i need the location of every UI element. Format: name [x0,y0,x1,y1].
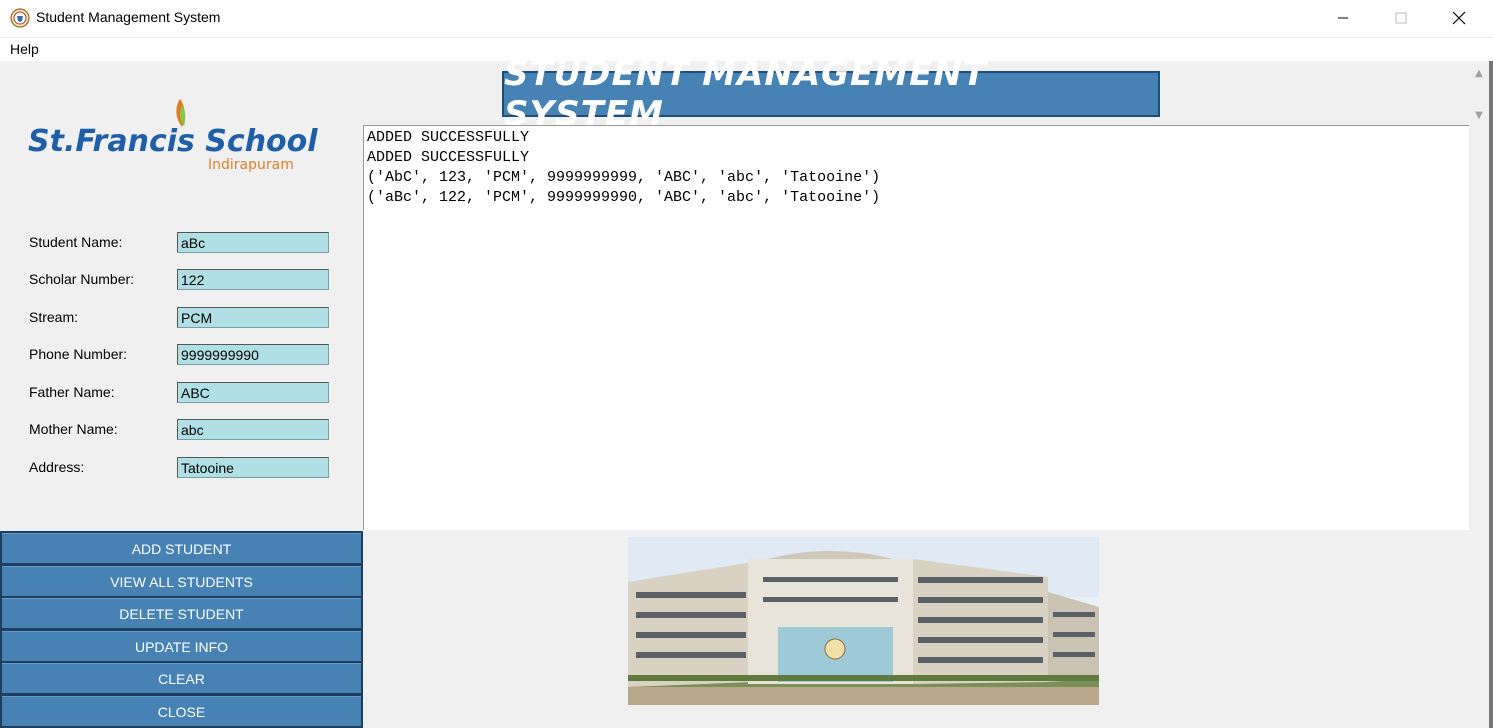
school-crest-icon [10,8,30,28]
maximize-icon [1395,12,1407,24]
add-student-button[interactable]: ADD STUDENT [2,533,361,563]
action-buttons: ADD STUDENT VIEW ALL STUDENTS DELETE STU… [0,531,363,728]
address-field[interactable]: Tatooine [177,457,329,478]
mother-name-field[interactable]: abc [177,419,329,440]
maximize-button[interactable] [1372,0,1430,36]
scholar-number-field[interactable]: 122 [177,269,329,290]
minimize-button[interactable] [1314,0,1372,36]
student-form-panel: St.Francis School Indirapuram Student Na… [2,61,362,531]
stream-field[interactable]: PCM [177,307,329,328]
main-window: St.Francis School Indirapuram Student Na… [0,54,1493,728]
output-line: ADDED SUCCESSFULLY [367,129,530,146]
menu-help[interactable]: Help [10,41,39,57]
output-line: ('aBc', 122, 'PCM', 9999999990, 'ABC', '… [367,189,881,206]
stream-label: Stream: [29,309,79,325]
app-heading-text: STUDENT MANAGEMENT SYSTEM [504,54,987,134]
address-label: Address: [29,459,85,475]
output-textarea[interactable]: ADDED SUCCESSFULLY ADDED SUCCESSFULLY ('… [363,125,1469,530]
phone-number-field[interactable]: 9999999990 [177,344,329,365]
window-border [1489,61,1493,728]
school-building-image [628,537,1099,705]
close-icon [1452,11,1466,25]
update-info-button[interactable]: UPDATE INFO [2,631,361,661]
minimize-icon [1338,17,1348,19]
scroll-up-arrow-icon[interactable]: ▲ [1473,67,1485,79]
svg-text:Indirapuram: Indirapuram [208,157,294,173]
phone-number-label: Phone Number: [29,346,128,362]
output-line: ADDED SUCCESSFULLY [367,149,530,166]
father-name-field[interactable]: ABC [177,382,329,403]
app-heading: STUDENT MANAGEMENT SYSTEM [502,54,1160,134]
svg-text:St.Francis School: St.Francis School [28,124,318,159]
father-name-label: Father Name: [29,384,115,400]
student-name-label: Student Name: [29,234,123,250]
student-name-field[interactable]: aBc [177,232,329,253]
scholar-number-label: Scholar Number: [29,271,135,287]
title-bar: Student Management System [0,0,1493,36]
view-all-students-button[interactable]: VIEW ALL STUDENTS [2,566,361,596]
school-logo: St.Francis School Indirapuram [28,99,318,173]
window-title: Student Management System [36,9,221,25]
close-button[interactable]: CLOSE [2,696,361,726]
scroll-down-arrow-icon[interactable]: ▼ [1473,109,1485,121]
output-line: ('AbC', 123, 'PCM', 9999999999, 'ABC', '… [367,169,881,186]
clear-button[interactable]: CLEAR [2,663,361,693]
mother-name-label: Mother Name: [29,421,118,437]
delete-student-button[interactable]: DELETE STUDENT [2,598,361,628]
output-scrollbar[interactable]: ▲ ▼ [1469,61,1489,530]
close-window-button[interactable] [1430,0,1488,36]
